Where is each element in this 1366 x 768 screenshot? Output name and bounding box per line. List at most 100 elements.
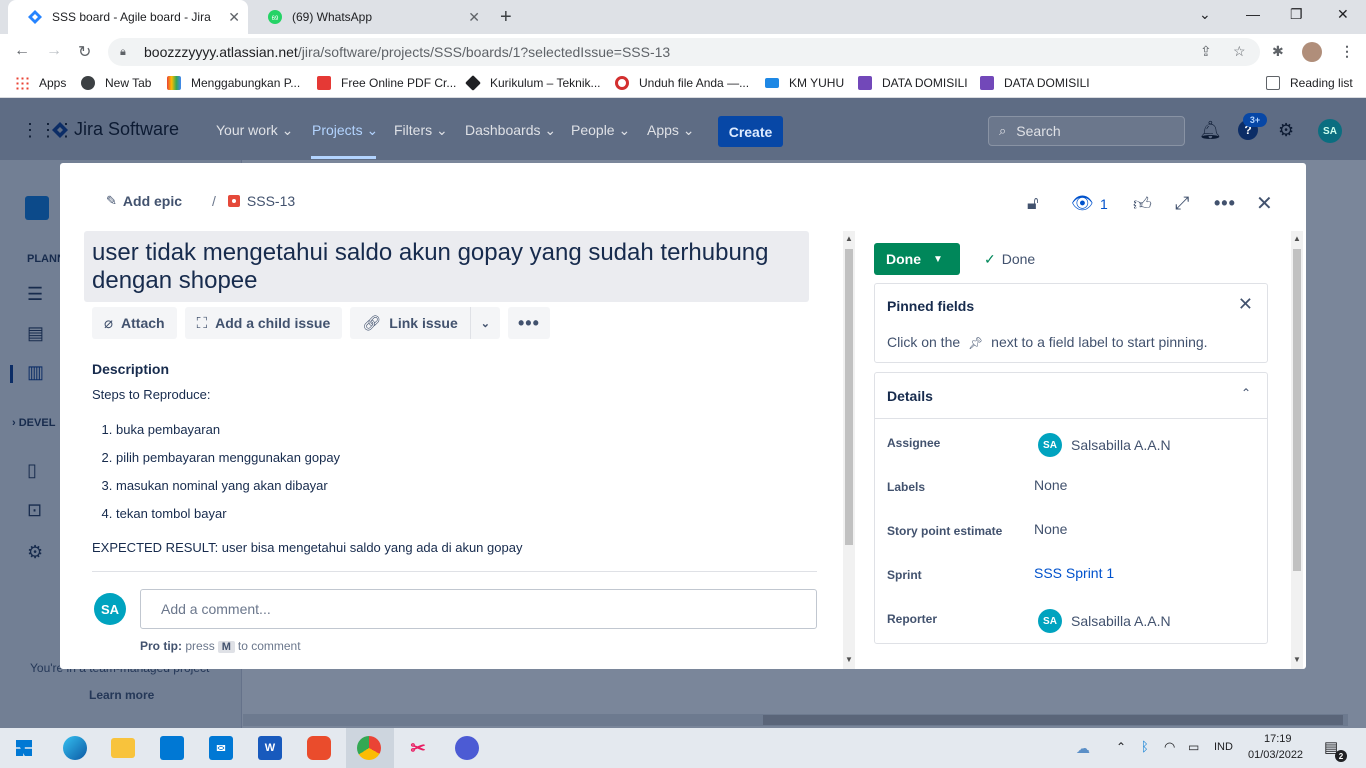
close-tab-icon[interactable]: ✕ (468, 9, 480, 26)
nav-projects[interactable]: Projects ⌄ (312, 122, 378, 139)
sprint-link[interactable]: SSS Sprint 1 (1034, 565, 1114, 581)
bookmark-new-tab[interactable]: New Tab (81, 76, 151, 90)
windows-start-icon[interactable] (16, 740, 32, 756)
word-icon[interactable]: W (258, 736, 282, 760)
share-icon[interactable]: ⇪ (1200, 43, 1212, 60)
bookmark-kurikulum[interactable]: Kurikulum – Teknik... (465, 75, 601, 91)
horizontal-scrollbar[interactable] (243, 714, 1348, 726)
clock-date[interactable]: 01/03/2022 (1248, 749, 1303, 761)
backlog-icon[interactable]: ▤ (27, 323, 44, 344)
bookmark-apps[interactable]: Apps (15, 76, 66, 90)
project-settings-icon[interactable]: ⚙ (27, 542, 43, 563)
wifi-icon[interactable]: ◠ (1164, 739, 1175, 755)
bookmark-pdf[interactable]: Free Online PDF Cr... (317, 76, 456, 90)
tab-jira[interactable]: SSS board - Agile board - Jira ✕ (8, 0, 248, 34)
user-avatar[interactable]: SA (1318, 119, 1342, 143)
scroll-down-icon[interactable]: ▼ (1293, 655, 1301, 664)
microsoft-store-icon[interactable] (160, 736, 184, 760)
add-epic-link[interactable]: Add epic (123, 193, 182, 209)
nav-dashboards[interactable]: Dashboards ⌄ (465, 122, 556, 139)
scrollbar-thumb[interactable] (763, 715, 1343, 725)
close-icon[interactable]: ✕ (1238, 294, 1253, 315)
mail-icon[interactable]: ✉ (209, 736, 233, 760)
add-child-issue-button[interactable]: ⛶ Add a child issue (184, 307, 343, 339)
bookmark-km-yuhu[interactable]: KM YUHU (765, 76, 844, 90)
scrollbar-thumb[interactable] (1293, 249, 1301, 571)
link-issue-button[interactable]: 🔗︎ Link issue (350, 307, 470, 339)
story-points-value[interactable]: None (1034, 521, 1067, 537)
add-shortcut-icon[interactable]: ⊡ (27, 500, 42, 521)
close-modal-icon[interactable]: ✕ (1256, 191, 1273, 216)
status-dropdown[interactable]: Done ▼ (874, 243, 960, 275)
maximize-icon[interactable]: ❐ (1290, 6, 1303, 23)
tab-whatsapp[interactable]: 69 (69) WhatsApp ✕ (248, 0, 488, 34)
clock-time[interactable]: 17:19 (1264, 733, 1292, 745)
description-body[interactable]: Steps to Reproduce: buka pembayaran pili… (92, 387, 812, 555)
jira-logo[interactable]: Jira Software (52, 119, 179, 140)
link-issue-dropdown[interactable]: ⌄ (469, 307, 500, 339)
project-avatar-icon[interactable] (25, 196, 49, 220)
close-window-icon[interactable]: ✕ (1337, 6, 1349, 23)
side-column-scrollbar[interactable]: ▲ ▼ (1291, 231, 1303, 669)
menu-dots-icon[interactable]: ⋮ (1340, 43, 1354, 60)
more-actions-icon[interactable]: ••• (1214, 193, 1236, 214)
new-tab-icon[interactable]: + (500, 6, 512, 29)
more-actions-button[interactable]: ••• (507, 307, 550, 339)
bookmark-data-domisili-2[interactable]: DATA DOMISILI (980, 76, 1090, 90)
file-explorer-icon[interactable] (111, 738, 135, 758)
bookmark-star-icon[interactable]: ☆ (1233, 43, 1246, 60)
chevron-up-icon[interactable]: ⌃ (1116, 740, 1126, 754)
pages-icon[interactable]: ▯ (27, 460, 37, 481)
bluetooth-icon[interactable]: ᛒ (1141, 739, 1149, 754)
url-field[interactable]: 🔒︎ boozzzyyyy.atlassian.net/jira/softwar… (108, 38, 1260, 66)
main-column-scrollbar[interactable]: ▲ ▼ (843, 231, 855, 669)
settings-gear-icon[interactable]: ⚙ (1278, 120, 1294, 141)
share-icon[interactable]: ⤢ (1175, 193, 1189, 214)
tab-search-icon[interactable]: ⌄ (1199, 6, 1211, 23)
bookmark-menggabungkan[interactable]: Menggabungkan P... (167, 76, 300, 90)
nav-apps[interactable]: Apps ⌄ (647, 122, 695, 139)
chrome-icon[interactable] (357, 736, 381, 760)
nav-filters[interactable]: Filters ⌄ (394, 122, 448, 139)
assignee-value[interactable]: SA Salsabilla A.A.N (1034, 433, 1171, 457)
search-input[interactable]: ⌕ Search (988, 116, 1185, 146)
nav-your-work[interactable]: Your work ⌄ (216, 122, 293, 139)
labels-value[interactable]: None (1034, 477, 1067, 493)
scroll-up-icon[interactable]: ▲ (1293, 234, 1301, 243)
battery-icon[interactable]: ▭ (1188, 740, 1199, 754)
roadmap-icon[interactable]: ☰ (27, 284, 43, 305)
forward-icon[interactable]: → (46, 42, 62, 60)
bookmark-unduh[interactable]: Unduh file Anda —... (615, 76, 749, 90)
reading-list[interactable]: Reading list (1266, 76, 1353, 90)
weather-icon[interactable]: ☁ (1076, 740, 1090, 757)
lock-icon[interactable]: 🔓︎ (1027, 193, 1039, 214)
profile-avatar[interactable] (1302, 42, 1322, 62)
watchers-count[interactable]: 1 (1100, 196, 1108, 212)
nav-people[interactable]: People ⌄ (571, 122, 630, 139)
details-header[interactable]: Details ⌃ (875, 373, 1267, 419)
comment-input[interactable]: Add a comment... (140, 589, 817, 629)
notifications-icon[interactable]: 🔔︎ (1199, 120, 1222, 141)
reporter-value[interactable]: SA Salsabilla A.A.N (1034, 609, 1171, 633)
watch-eye-icon[interactable]: 👁︎ (1071, 193, 1094, 214)
app-red-icon[interactable] (307, 736, 331, 760)
reload-icon[interactable]: ↻ (78, 42, 91, 62)
edge-browser-icon[interactable] (63, 736, 87, 760)
attach-button[interactable]: ⌀ Attach (92, 307, 177, 339)
extensions-icon[interactable]: ✱ (1272, 43, 1284, 60)
close-tab-icon[interactable]: ✕ (228, 9, 240, 26)
issue-summary[interactable]: user tidak mengetahui saldo akun gopay y… (84, 231, 809, 302)
bookmark-data-domisili-1[interactable]: DATA DOMISILI (858, 76, 968, 90)
snipping-tool-icon[interactable]: ✂ (406, 736, 430, 760)
scroll-down-icon[interactable]: ▼ (845, 655, 853, 664)
learn-more-link[interactable]: Learn more (89, 688, 154, 702)
issue-key-link[interactable]: SSS-13 (247, 193, 295, 209)
scrollbar-thumb[interactable] (845, 249, 853, 545)
minimize-icon[interactable]: — (1246, 6, 1260, 22)
back-icon[interactable]: ← (14, 42, 30, 60)
create-button[interactable]: Create (718, 116, 783, 147)
scroll-up-icon[interactable]: ▲ (845, 234, 853, 243)
thumbs-up-icon[interactable]: 👍︎ (1133, 193, 1152, 215)
board-icon[interactable]: ▥ (27, 362, 44, 383)
chrome-profile-icon[interactable] (455, 736, 479, 760)
